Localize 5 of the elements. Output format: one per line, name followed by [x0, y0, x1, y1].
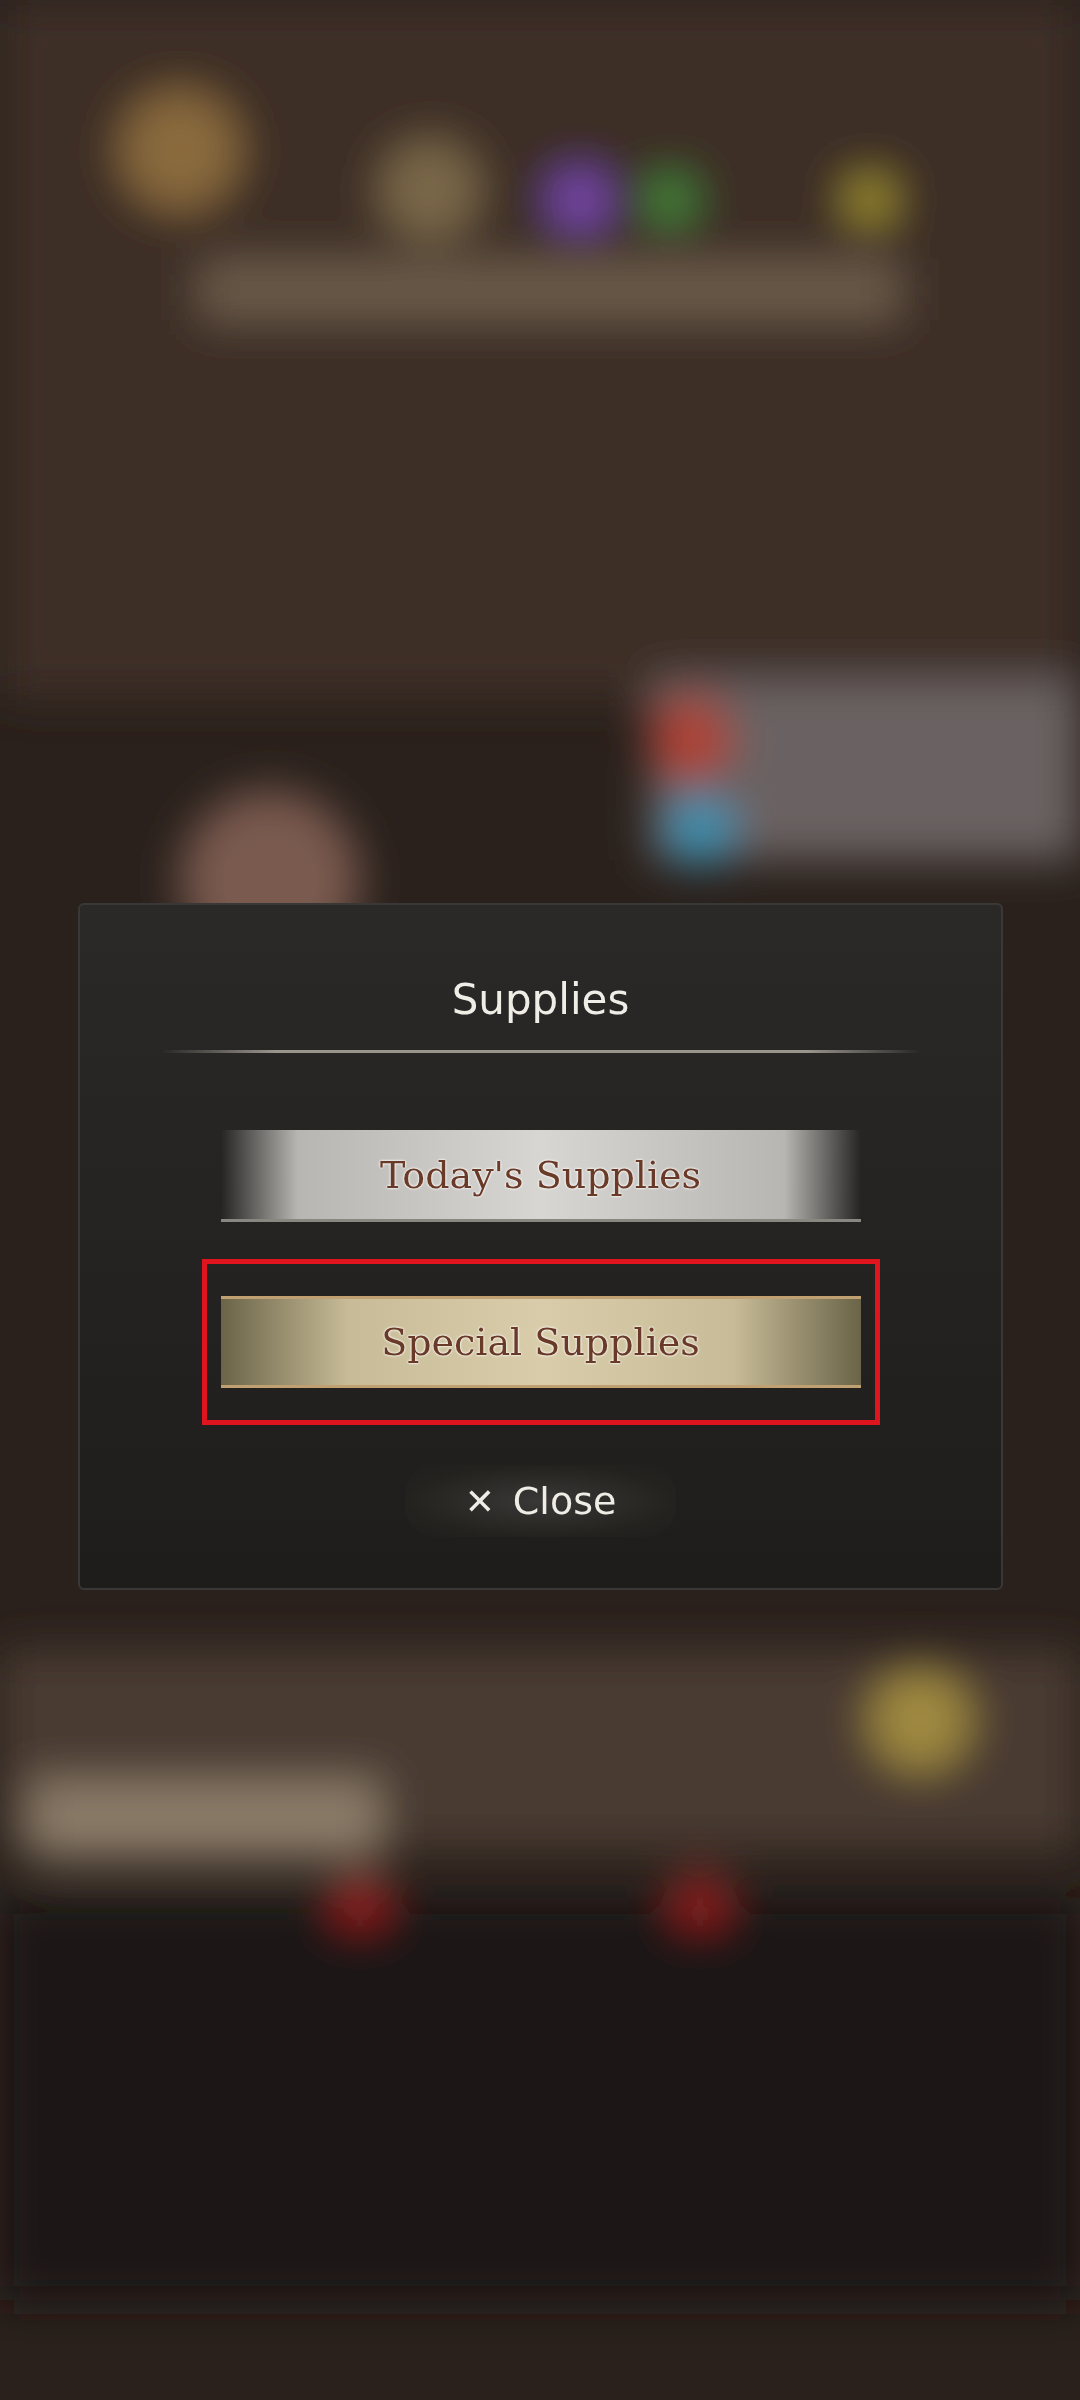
dialog-title: Supplies	[451, 975, 630, 1024]
close-icon: ✕	[464, 1480, 495, 1522]
supplies-option-button[interactable]: Special Supplies	[220, 1296, 861, 1388]
close-button[interactable]: ✕ Close	[404, 1465, 677, 1537]
supplies-option-button[interactable]: Today's Supplies	[220, 1130, 861, 1222]
